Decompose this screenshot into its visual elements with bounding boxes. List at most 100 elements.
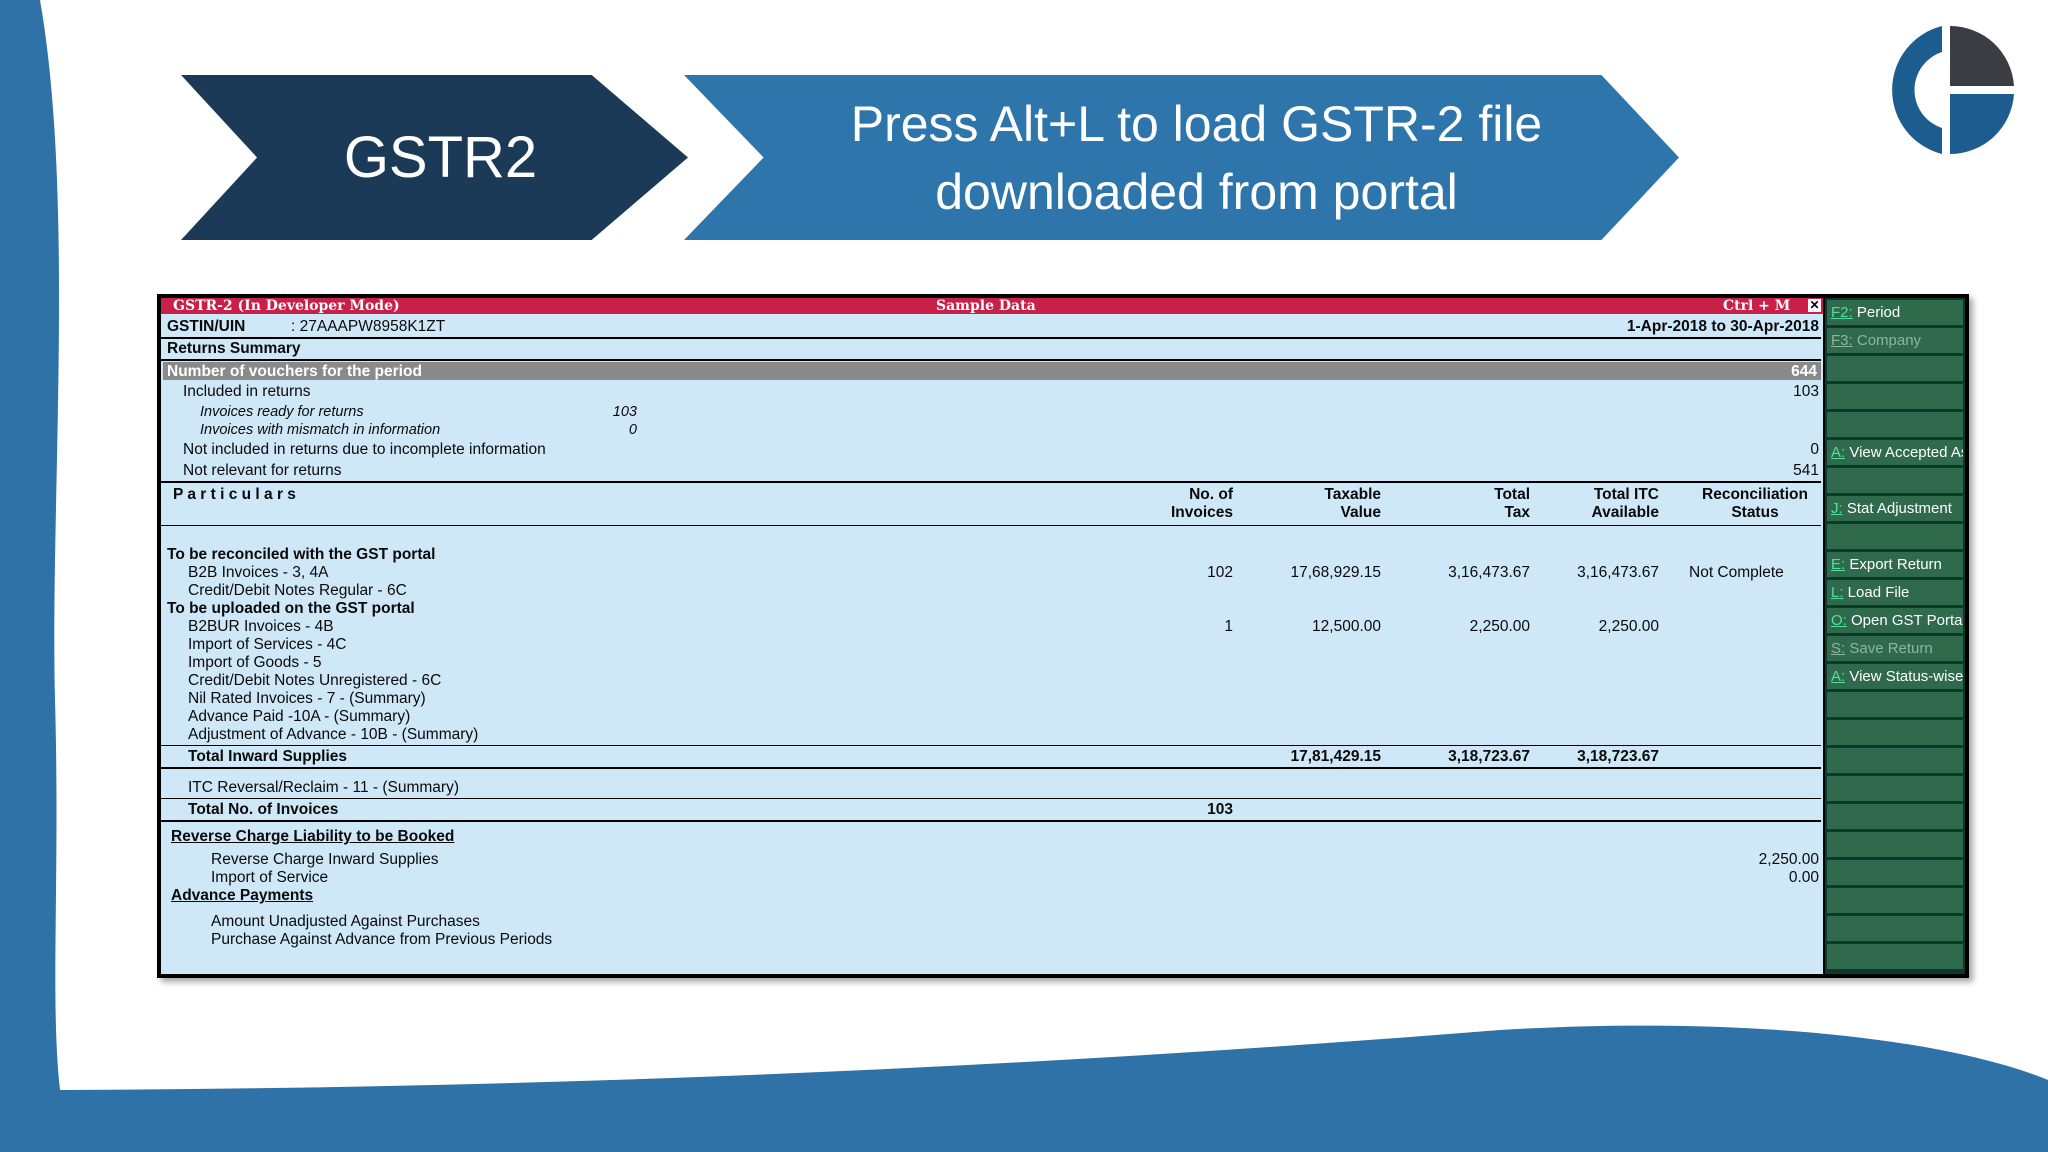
unadjusted-label[interactable]: Amount Unadjusted Against Purchases bbox=[211, 913, 480, 931]
col-taxable-1: Taxable bbox=[1324, 486, 1381, 503]
total-inward-taxable: 17,81,429.15 bbox=[1290, 748, 1381, 765]
sidebar-button-period[interactable]: F2: Period bbox=[1827, 300, 1963, 325]
divider bbox=[161, 525, 1821, 526]
cdn-unregistered-label[interactable]: Credit/Debit Notes Unregistered - 6C bbox=[188, 672, 441, 690]
cdn-regular-label[interactable]: Credit/Debit Notes Regular - 6C bbox=[188, 582, 407, 600]
shortcut-key: F3: bbox=[1831, 332, 1853, 349]
advance-payments-heading: Advance Payments bbox=[171, 887, 314, 904]
sidebar-button-open-gst-portal[interactable]: O: Open GST Portal bbox=[1827, 608, 1963, 633]
shortcut-key: A: bbox=[1831, 668, 1846, 685]
sidebar-button-empty bbox=[1827, 832, 1963, 857]
advance-paid-label[interactable]: Advance Paid -10A - (Summary) bbox=[188, 708, 410, 726]
rc-import-label[interactable]: Import of Service bbox=[211, 869, 328, 887]
sidebar-button-empty bbox=[1827, 944, 1963, 969]
previous-periods-label[interactable]: Purchase Against Advance from Previous P… bbox=[211, 931, 552, 949]
included-label[interactable]: Included in returns bbox=[183, 383, 311, 401]
col-recon-1: Reconciliation bbox=[1702, 486, 1808, 503]
upload-heading: To be uploaded on the GST portal bbox=[167, 600, 415, 617]
window-title: GSTR-2 (In Developer Mode) bbox=[173, 298, 400, 314]
instruction-chevron: Press Alt+L to load GSTR-2 file download… bbox=[684, 75, 1679, 240]
rc-inward-label[interactable]: Reverse Charge Inward Supplies bbox=[211, 851, 438, 869]
divider bbox=[161, 481, 1821, 483]
divider bbox=[161, 798, 1821, 799]
company-name: Sample Data bbox=[936, 298, 1036, 314]
b2bur-label[interactable]: B2BUR Invoices - 4B bbox=[188, 618, 334, 636]
not-included-value: 0 bbox=[1810, 441, 1819, 458]
button-label: Company bbox=[1852, 332, 1922, 349]
sidebar-button-empty bbox=[1827, 860, 1963, 885]
divider bbox=[161, 745, 1821, 746]
divider bbox=[161, 337, 1821, 339]
b2bur-itc: 2,250.00 bbox=[1598, 618, 1659, 635]
button-label: View Status-wise bbox=[1845, 668, 1963, 685]
vouchers-header-row[interactable]: Number of vouchers for the period 644 bbox=[163, 362, 1821, 380]
b2b-label[interactable]: B2B Invoices - 3, 4A bbox=[188, 564, 328, 582]
vouchers-header: Number of vouchers for the period bbox=[167, 363, 422, 380]
col-invoices-1: No. of bbox=[1189, 486, 1233, 503]
gstin-value: : 27AAAPW8958K1ZT bbox=[291, 318, 446, 335]
sidebar-button-save-return[interactable]: S: Save Return bbox=[1827, 636, 1963, 661]
divider bbox=[161, 820, 1821, 822]
close-button[interactable]: ✕ bbox=[1808, 299, 1821, 312]
col-taxable-2: Value bbox=[1340, 504, 1382, 521]
instruction-line-2: downloaded from portal bbox=[935, 163, 1458, 220]
button-label: Export Return bbox=[1845, 556, 1942, 573]
nil-rated-label[interactable]: Nil Rated Invoices - 7 - (Summary) bbox=[188, 690, 426, 708]
itc-reversal-label[interactable]: ITC Reversal/Reclaim - 11 - (Summary) bbox=[188, 779, 459, 797]
col-particulars: P a r t i c u l a r s bbox=[173, 486, 296, 503]
divider bbox=[161, 767, 1821, 769]
sidebar-button-empty bbox=[1827, 524, 1963, 549]
left-wave-shape bbox=[0, 0, 60, 1152]
sidebar-button-view-accepted-as[interactable]: A: View Accepted As bbox=[1827, 440, 1963, 465]
ready-label[interactable]: Invoices ready for returns bbox=[200, 404, 364, 420]
total-invoices-value: 103 bbox=[1207, 801, 1233, 818]
col-invoices-2: Invoices bbox=[1170, 504, 1233, 521]
rc-import-value: 0.00 bbox=[1788, 869, 1819, 886]
mismatch-label[interactable]: Invoices with mismatch in information bbox=[200, 422, 440, 438]
shortcut-key: L: bbox=[1831, 584, 1844, 601]
sidebar-button-empty bbox=[1827, 804, 1963, 829]
total-inward-label: Total Inward Supplies bbox=[188, 748, 348, 765]
import-services-label[interactable]: Import of Services - 4C bbox=[188, 636, 347, 654]
adjustment-advance-label[interactable]: Adjustment of Advance - 10B - (Summary) bbox=[188, 726, 478, 744]
sidebar-button-empty bbox=[1827, 916, 1963, 941]
col-recon-2: Status bbox=[1731, 504, 1779, 521]
import-goods-label[interactable]: Import of Goods - 5 bbox=[188, 654, 322, 672]
shortcut-key: O: bbox=[1831, 612, 1847, 629]
sidebar-button-empty bbox=[1827, 888, 1963, 913]
sidebar-button-export-return[interactable]: E: Export Return bbox=[1827, 552, 1963, 577]
bottom-wave-shape bbox=[0, 1025, 2048, 1152]
button-bar: F2: Period F3: Company A: View Accepted As… bbox=[1825, 298, 1965, 974]
shortcut-hint: Ctrl + M bbox=[1723, 298, 1791, 314]
shortcut-key: S: bbox=[1831, 640, 1846, 657]
total-invoices-label: Total No. of Invoices bbox=[188, 801, 339, 818]
reverse-charge-heading: Reverse Charge Liability to be Booked bbox=[171, 828, 455, 845]
not-included-label[interactable]: Not included in returns due to incomplet… bbox=[183, 441, 546, 459]
sidebar-button-load-file[interactable]: L: Load File bbox=[1827, 580, 1963, 605]
shortcut-key: E: bbox=[1831, 556, 1846, 573]
vouchers-count: 644 bbox=[1791, 363, 1817, 380]
window-title-bar: GSTR-2 (In Developer Mode) Sample Data C… bbox=[161, 298, 1823, 314]
sidebar-button-empty bbox=[1827, 692, 1963, 717]
sidebar-button-stat-adjustment[interactable]: J: Stat Adjustment bbox=[1827, 496, 1963, 521]
button-label: Save Return bbox=[1845, 640, 1933, 657]
divider bbox=[161, 359, 1821, 361]
reconcile-heading: To be reconciled with the GST portal bbox=[167, 546, 436, 563]
ready-value: 103 bbox=[612, 404, 637, 420]
sidebar-button-empty bbox=[1827, 776, 1963, 801]
sidebar-button-empty bbox=[1827, 356, 1963, 381]
sidebar-button-empty bbox=[1827, 748, 1963, 773]
period-range[interactable]: 1-Apr-2018 to 30-Apr-2018 bbox=[1627, 318, 1819, 336]
sidebar-button-view-status-wise[interactable]: A: View Status-wise bbox=[1827, 664, 1963, 689]
sidebar-button-company[interactable]: F3: Company bbox=[1827, 328, 1963, 353]
b2b-invoices: 102 bbox=[1207, 564, 1233, 581]
gstr2-report: GSTR-2 (In Developer Mode) Sample Data C… bbox=[161, 298, 1823, 974]
button-label: Load File bbox=[1843, 584, 1910, 601]
mismatch-value: 0 bbox=[628, 422, 637, 438]
sidebar-button-empty bbox=[1827, 720, 1963, 745]
button-label: Period bbox=[1852, 304, 1901, 321]
returns-summary-heading: Returns Summary bbox=[167, 340, 301, 357]
included-value: 103 bbox=[1793, 383, 1819, 400]
not-relevant-label[interactable]: Not relevant for returns bbox=[183, 462, 342, 480]
b2b-status: Not Complete bbox=[1689, 564, 1784, 581]
